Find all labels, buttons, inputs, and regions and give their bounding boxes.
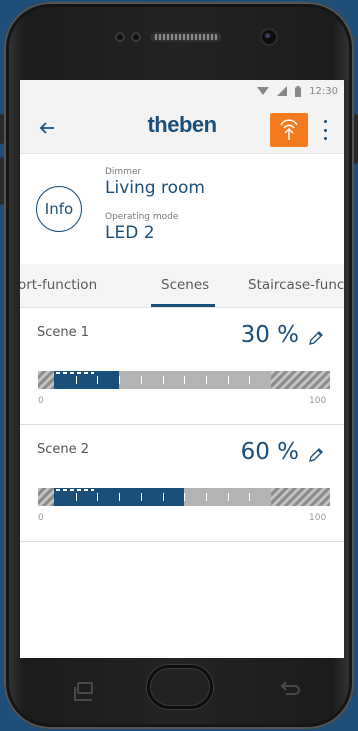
scale-tick bbox=[249, 376, 250, 384]
scale-tick bbox=[206, 493, 207, 501]
tab-comfort-function[interactable]: ort-function bbox=[20, 277, 97, 293]
status-time: 12:30 bbox=[309, 85, 338, 97]
scene-level-slider[interactable] bbox=[38, 371, 330, 389]
scale-tick bbox=[76, 493, 77, 501]
back-key-icon[interactable] bbox=[278, 680, 302, 700]
remote-connect-button[interactable] bbox=[270, 113, 308, 147]
scale-tick bbox=[141, 493, 142, 501]
scale-tick bbox=[206, 376, 207, 384]
scene-name: Scene 1 bbox=[37, 325, 90, 340]
scale-tick bbox=[119, 493, 120, 501]
scale-tick bbox=[119, 376, 120, 384]
app-bar: theben bbox=[20, 102, 344, 154]
scale-tick bbox=[184, 493, 185, 501]
operating-mode-value: LED 2 bbox=[105, 223, 155, 243]
scale-tick bbox=[76, 376, 77, 384]
scale-tick bbox=[97, 493, 98, 501]
scale-tick bbox=[184, 376, 185, 384]
scene-value: 60 % bbox=[240, 439, 299, 465]
level-dash-marker bbox=[56, 489, 94, 491]
scene-row: Scene 2 60 % 0 100 bbox=[20, 425, 344, 542]
volume-button bbox=[0, 114, 4, 144]
device-type-label: Dimmer bbox=[105, 167, 142, 177]
device-name: Living room bbox=[105, 178, 205, 198]
tab-staircase-function[interactable]: Staircase-func bbox=[248, 277, 344, 293]
signal-icon bbox=[277, 86, 288, 96]
scene-name: Scene 2 bbox=[37, 442, 90, 457]
slider-max-label: 100 bbox=[309, 396, 327, 406]
lower-limit-zone bbox=[38, 488, 54, 506]
sensor-dot bbox=[115, 32, 125, 42]
battery-icon bbox=[295, 85, 302, 97]
scene-row: Scene 1 30 % 0 100 bbox=[20, 308, 344, 425]
tab-scenes[interactable]: Scenes bbox=[161, 277, 209, 293]
home-button[interactable] bbox=[147, 665, 213, 709]
volume-button bbox=[0, 157, 4, 205]
front-camera bbox=[262, 30, 276, 44]
info-button[interactable]: Info bbox=[36, 186, 82, 232]
sensor-dot bbox=[131, 32, 141, 42]
scale-tick bbox=[163, 493, 164, 501]
recent-apps-icon[interactable] bbox=[74, 682, 93, 701]
slider-max-label: 100 bbox=[309, 513, 327, 523]
device-header: Info Dimmer Living room Operating mode L… bbox=[20, 154, 344, 264]
scale-tick bbox=[228, 493, 229, 501]
level-dash-marker bbox=[56, 372, 94, 374]
app-screen: 12:30 theben Info Dimmer Living room Ope… bbox=[20, 80, 344, 658]
slider-min-label: 0 bbox=[38, 396, 44, 406]
status-bar: 12:30 bbox=[20, 80, 344, 102]
more-vertical-icon[interactable] bbox=[317, 120, 333, 140]
scale-tick bbox=[228, 376, 229, 384]
upper-limit-zone bbox=[271, 488, 330, 506]
tab-bar: ort-function Scenes Staircase-func bbox=[20, 264, 344, 308]
scene-level-slider[interactable] bbox=[38, 488, 330, 506]
scale-tick bbox=[141, 376, 142, 384]
pencil-icon[interactable] bbox=[307, 446, 325, 464]
antenna-upload-icon bbox=[280, 119, 298, 140]
arrow-left-icon[interactable] bbox=[37, 118, 57, 138]
slider-min-label: 0 bbox=[38, 513, 44, 523]
operating-mode-label: Operating mode bbox=[105, 212, 179, 222]
brand-logo: theben bbox=[147, 112, 217, 137]
upper-limit-zone bbox=[271, 371, 330, 389]
scale-tick bbox=[249, 493, 250, 501]
earpiece-speaker bbox=[151, 32, 221, 42]
power-button bbox=[354, 114, 358, 164]
lower-limit-zone bbox=[38, 371, 54, 389]
scale-tick bbox=[163, 376, 164, 384]
active-tab-indicator bbox=[151, 304, 215, 307]
pencil-icon[interactable] bbox=[307, 329, 325, 347]
wifi-icon bbox=[257, 87, 270, 95]
info-label: Info bbox=[44, 200, 74, 218]
scale-tick bbox=[97, 376, 98, 384]
scene-value: 30 % bbox=[240, 322, 299, 348]
